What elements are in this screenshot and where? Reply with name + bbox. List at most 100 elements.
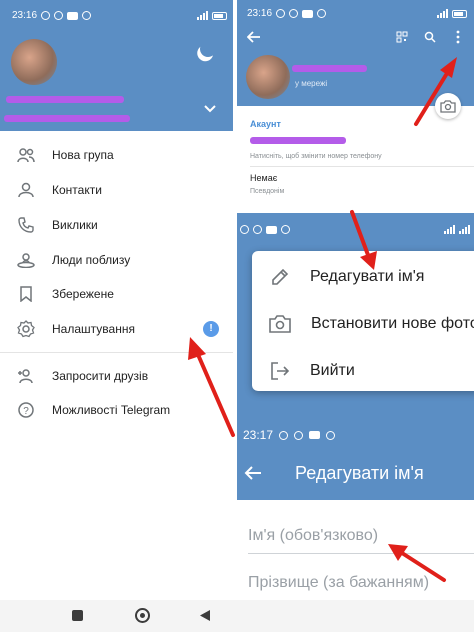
set-photo-button[interactable]	[435, 93, 461, 119]
youtube-icon	[266, 225, 277, 234]
qr-code-icon[interactable]	[396, 31, 408, 43]
menu-item-contacts[interactable]: Контакти	[0, 173, 232, 207]
popup-item-label: Редагувати ім'я	[310, 268, 425, 285]
battery-icon	[212, 11, 227, 20]
alarm-icon	[279, 430, 289, 440]
menu-item-people-nearby[interactable]: Люди поблизу	[0, 243, 232, 277]
menu-label: Запросити друзів	[52, 369, 149, 383]
drawer-header: 23:16	[0, 0, 233, 131]
first-name-underline	[248, 553, 474, 554]
alarm-icon	[41, 11, 51, 20]
facebook-icon	[253, 225, 262, 234]
menu-item-invite-friends[interactable]: Запросити друзів	[0, 359, 232, 393]
popup-item-logout[interactable]: Вийти	[252, 351, 474, 391]
right-top-panel: 23:16 у мережі Акаунт Натисніть, щоб змі…	[237, 0, 474, 210]
menu-label: Контакти	[52, 183, 102, 197]
circle-icon	[82, 11, 92, 20]
youtube-icon	[67, 11, 79, 20]
facebook-icon	[289, 9, 299, 18]
home-button[interactable]	[135, 608, 150, 623]
nearby-icon	[0, 252, 52, 268]
camera-add-icon	[440, 100, 456, 113]
back-arrow-icon[interactable]	[244, 465, 262, 481]
contact-icon	[0, 182, 52, 198]
youtube-icon	[309, 431, 321, 439]
signal-icon	[437, 9, 448, 18]
menu-label: Збережене	[52, 287, 114, 301]
popup-item-set-photo[interactable]: Встановити нове фото	[252, 304, 474, 344]
popup-menu: Редагувати ім'я Встановити нове фото Вий…	[252, 251, 474, 391]
alarm-icon	[240, 225, 249, 234]
facebook-icon	[294, 430, 304, 440]
phone-number-highlight	[250, 137, 346, 144]
left-panel: 23:16 Нова група Контакти Виклики Люди п…	[0, 0, 233, 600]
menu-label: Люди поблизу	[52, 253, 131, 267]
menu-label: Можливості Telegram	[52, 403, 171, 417]
signal-icon-2	[459, 225, 470, 234]
right-bottom-panel: 23:17 Редагувати ім'я Ім'я (обов'язково)…	[237, 423, 474, 600]
menu-item-settings[interactable]: Налаштування !	[0, 312, 232, 346]
status-bar: 23:16	[12, 10, 227, 21]
status-time: 23:16	[247, 8, 273, 19]
section-divider	[250, 166, 474, 167]
profile-header: 23:16 у мережі	[237, 0, 474, 106]
menu-label: Налаштування	[52, 322, 135, 336]
facebook-icon	[54, 11, 64, 20]
youtube-icon	[302, 9, 314, 18]
edit-header: 23:17 Редагувати ім'я	[237, 423, 474, 500]
back-arrow-icon[interactable]	[247, 31, 261, 43]
more-vertical-icon[interactable]	[456, 30, 460, 44]
logout-icon	[271, 362, 290, 380]
recents-button[interactable]	[72, 610, 83, 621]
menu-item-saved[interactable]: Збережене	[0, 277, 232, 311]
last-name-input[interactable]: Прізвище (за бажанням)	[248, 574, 429, 592]
back-triangle-icon[interactable]	[199, 609, 211, 622]
status-time: 23:17	[243, 428, 274, 442]
username-label: Псевдонім	[250, 188, 285, 195]
camera-add-icon	[269, 315, 291, 333]
pencil-icon	[272, 268, 289, 285]
status-time: 23:16	[12, 10, 38, 21]
menu-item-telegram-features[interactable]: ? Можливості Telegram	[0, 393, 232, 427]
chevron-down-icon[interactable]	[203, 104, 217, 114]
phone-hint[interactable]: Натисніть, щоб змінити номер телефону	[250, 153, 382, 160]
popup-item-edit-name[interactable]: Редагувати ім'я	[252, 257, 474, 297]
navigation-bar	[0, 600, 474, 632]
menu-divider	[0, 352, 233, 353]
first-name-input[interactable]: Ім'я (обов'язково)	[248, 527, 378, 545]
signal-icon	[197, 11, 208, 20]
popup-item-label: Встановити нове фото	[311, 315, 474, 332]
settings-icon	[0, 320, 52, 338]
circle-icon	[281, 225, 290, 234]
right-middle-panel: Редагувати ім'я Встановити нове фото Вий…	[237, 213, 474, 423]
account-section-title: Акаунт	[250, 119, 281, 129]
menu-item-calls[interactable]: Виклики	[0, 208, 232, 242]
online-status: у мережі	[295, 79, 328, 88]
menu-label: Виклики	[52, 218, 98, 232]
settings-badge: !	[203, 321, 219, 337]
circle-icon	[317, 9, 327, 18]
phone-icon	[0, 217, 52, 233]
battery-icon	[452, 9, 467, 18]
username-value[interactable]: Немає	[250, 173, 277, 183]
help-icon: ?	[0, 402, 52, 418]
popup-item-label: Вийти	[310, 362, 355, 379]
signal-icon	[444, 225, 455, 234]
search-icon[interactable]	[424, 31, 436, 43]
night-mode-icon[interactable]	[198, 39, 219, 60]
profile-phone-highlight	[4, 115, 130, 122]
avatar[interactable]	[11, 39, 57, 85]
add-user-icon	[0, 368, 52, 384]
status-bar	[240, 225, 470, 234]
menu-item-new-group[interactable]: Нова група	[0, 138, 232, 172]
profile-name-highlight	[292, 65, 367, 72]
edit-title: Редагувати ім'я	[295, 463, 424, 483]
status-bar: 23:17	[243, 428, 336, 442]
menu-label: Нова група	[52, 148, 114, 162]
circle-icon	[326, 430, 336, 440]
home-dot	[140, 613, 145, 618]
svg-text:?: ?	[23, 406, 29, 417]
avatar[interactable]	[246, 55, 290, 99]
group-icon	[0, 147, 52, 163]
profile-name-highlight	[6, 96, 124, 103]
